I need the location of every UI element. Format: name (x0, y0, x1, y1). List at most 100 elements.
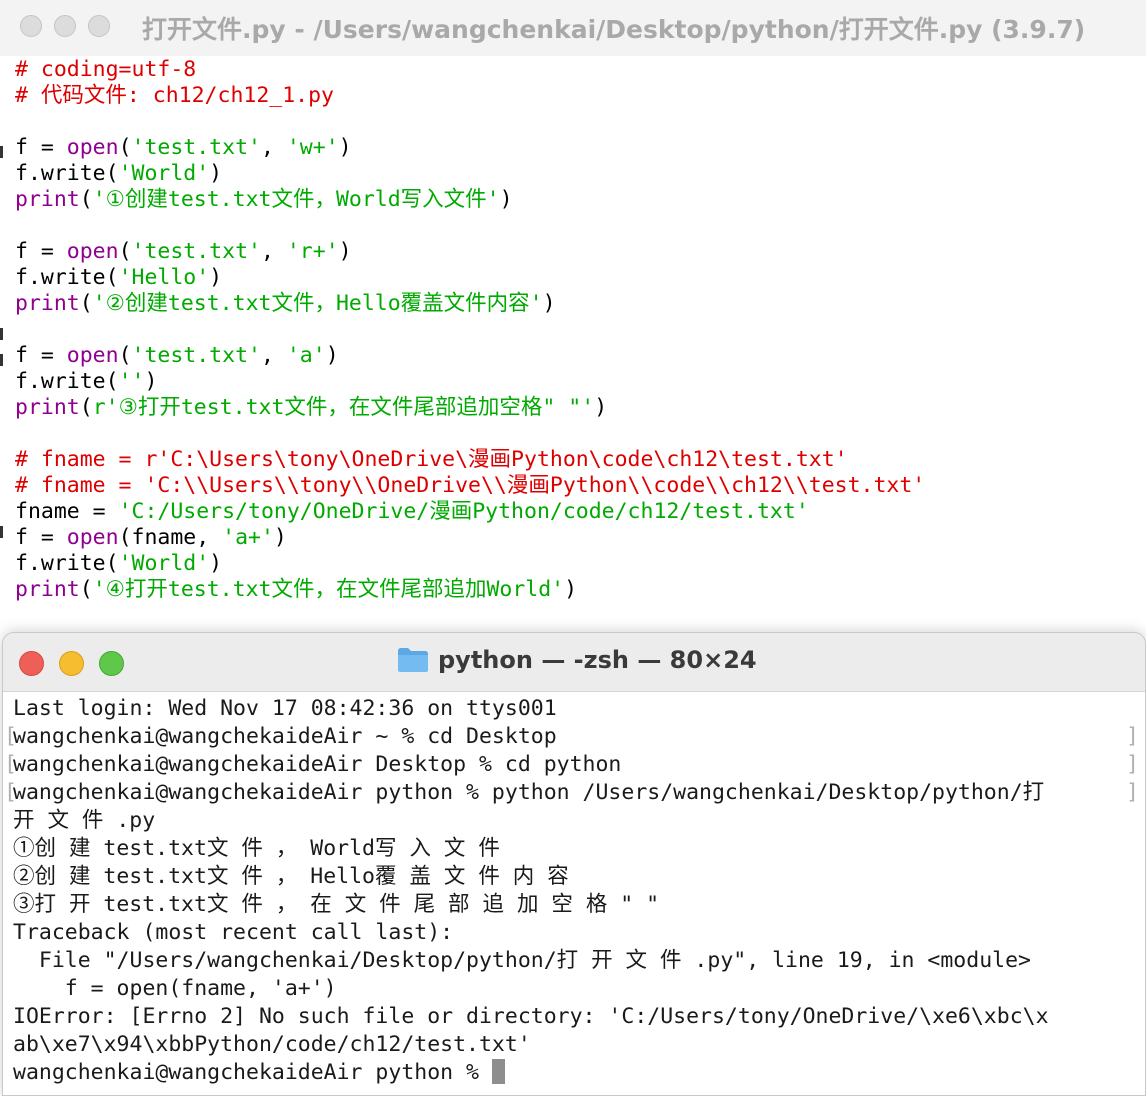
terminal-window: python — -zsh — 80×24 Last login: Wed No… (2, 632, 1146, 1096)
code-token-plain: ) (499, 187, 513, 212)
code-line: f = open('test.txt', 'w+') (15, 135, 1135, 161)
code-token-builtin: print (15, 395, 80, 420)
terminal-line: File "/Users/wangchenkai/Desktop/python/… (13, 947, 1139, 975)
line-marker-right: ] (1126, 780, 1139, 805)
terminal-line-text: 开 文 件 .py (13, 808, 156, 833)
terminal-line: ②创 建 test.txt文 件 ， Hello覆 盖 文 件 内 容 (13, 863, 1139, 891)
code-editor[interactable]: # coding=utf-8 # 代码文件: ch12/ch12_1.pyf = … (15, 57, 1135, 603)
code-token-plain: ) (338, 239, 352, 264)
code-token-plain: f = (15, 343, 67, 368)
code-token-string: r'③打开test.txt文件，在文件尾部追加空格" "' (92, 395, 595, 420)
code-line: # coding=utf-8 (15, 57, 1135, 83)
text-cursor (491, 1059, 505, 1084)
idle-window-controls (20, 15, 110, 37)
code-token-plain: ) (325, 343, 339, 368)
edge-mark (0, 146, 3, 158)
idle-minimize-button[interactable] (54, 15, 76, 37)
terminal-line: [wangchenkai@wangchekaideAir python % py… (4, 779, 1139, 807)
line-marker-left: [ (4, 752, 17, 777)
code-token-plain: ) (209, 161, 223, 186)
code-token-builtin: open (66, 135, 119, 160)
code-line: f = open(fname, 'a+') (15, 525, 1135, 551)
code-token-string: '①创建test.txt文件，World写入文件' (92, 187, 500, 212)
code-line: # fname = r'C:\Users\tony\OneDrive\漫画Pyt… (15, 447, 1135, 473)
terminal-line: [wangchenkai@wangchekaideAir ~ % cd Desk… (4, 723, 1139, 751)
line-marker-right: ] (1126, 724, 1139, 749)
code-token-plain: ) (564, 577, 578, 602)
code-token-string: 'World' (118, 551, 210, 576)
code-token-string: 'Hello' (118, 265, 210, 290)
code-token-builtin: open (66, 239, 119, 264)
code-token-string: 'a' (286, 343, 326, 368)
code-token-plain: ) (209, 265, 223, 290)
code-token-string: 'test.txt' (131, 239, 261, 264)
terminal-line-text: Traceback (most recent call last): (13, 920, 454, 945)
code-token-comment: # 代码文件: ch12/ch12_1.py (15, 83, 334, 108)
terminal-line: ③打 开 test.txt文 件 ， 在 文 件 尾 部 追 加 空 格 " " (13, 891, 1139, 919)
code-token-string: '④打开test.txt文件，在文件尾部追加World' (92, 577, 565, 602)
terminal-line-text: IOError: [Errno 2] No such file or direc… (13, 1004, 1049, 1029)
terminal-line-text: f = open(fname, 'a+') (13, 976, 337, 1001)
terminal-line-text: ②创 建 test.txt文 件 ， Hello覆 盖 文 件 内 容 (13, 864, 569, 889)
line-marker-left: [ (4, 724, 17, 749)
code-token-string: 'World' (118, 161, 210, 186)
code-token-plain: ( (79, 577, 93, 602)
terminal-line-text: wangchenkai@wangchekaideAir Desktop % cd… (13, 752, 622, 777)
idle-window-title: 打开文件.py - /Users/wangchenkai/Desktop/pyt… (142, 15, 1086, 44)
terminal-output[interactable]: Last login: Wed Nov 17 08:42:36 on ttys0… (4, 695, 1139, 1087)
terminal-window-controls (19, 651, 124, 676)
code-token-string: 'w+' (286, 135, 339, 160)
close-button[interactable] (19, 651, 44, 676)
edge-mark (0, 354, 3, 366)
code-token-builtin: print (15, 187, 80, 212)
terminal-line-text: wangchenkai@wangchekaideAir python % pyt… (13, 780, 1045, 805)
code-line: f.write('') (15, 369, 1135, 395)
code-token-string: '②创建test.txt文件，Hello覆盖文件内容' (92, 291, 543, 316)
code-line: f.write('Hello') (15, 265, 1135, 291)
code-token-plain: ) (594, 395, 608, 420)
code-token-string: 'test.txt' (131, 343, 261, 368)
code-token-string: 'test.txt' (131, 135, 261, 160)
terminal-line: [wangchenkai@wangchekaideAir Desktop % c… (4, 751, 1139, 779)
code-token-plain: ) (209, 551, 223, 576)
code-token-plain: ( (79, 291, 93, 316)
terminal-line: Last login: Wed Nov 17 08:42:36 on ttys0… (13, 695, 1139, 723)
terminal-line: 开 文 件 .py (13, 807, 1139, 835)
idle-zoom-button[interactable] (88, 15, 110, 37)
code-token-plain: f = (15, 135, 67, 160)
code-token-plain: ( (118, 343, 132, 368)
line-marker-left: [ (4, 780, 17, 805)
terminal-title-group: python — -zsh — 80×24 (397, 646, 757, 674)
code-token-plain: ( (118, 239, 132, 264)
code-token-plain: , (260, 135, 287, 160)
code-token-plain: f.write( (15, 551, 119, 576)
code-token-plain: (fname, (118, 525, 223, 550)
code-token-builtin: print (15, 577, 80, 602)
terminal-titlebar: python — -zsh — 80×24 (3, 633, 1145, 692)
code-token-plain: f = (15, 239, 67, 264)
code-token-comment: # coding=utf-8 (15, 57, 197, 82)
code-token-plain: f.write( (15, 161, 119, 186)
terminal-line: f = open(fname, 'a+') (13, 975, 1139, 1003)
zoom-button[interactable] (99, 651, 124, 676)
code-token-builtin: open (66, 343, 119, 368)
code-token-plain: f = (15, 525, 67, 550)
code-line: f.write('World') (15, 551, 1135, 577)
code-line: f = open('test.txt', 'r+') (15, 239, 1135, 265)
line-marker-right: ] (1126, 752, 1139, 777)
code-line: print('②创建test.txt文件，Hello覆盖文件内容') (15, 291, 1135, 317)
terminal-line: Traceback (most recent call last): (13, 919, 1139, 947)
code-line: # fname = 'C:\\Users\\tony\\OneDrive\\漫画… (15, 473, 1135, 499)
idle-close-button[interactable] (20, 15, 42, 37)
code-token-plain: ( (79, 395, 93, 420)
code-line: print(r'③打开test.txt文件，在文件尾部追加空格" "') (15, 395, 1135, 421)
terminal-line-text: wangchenkai@wangchekaideAir ~ % cd Deskt… (13, 724, 557, 749)
terminal-line-text: ①创 建 test.txt文 件 ， World写 入 文 件 (13, 836, 500, 861)
terminal-prompt-line[interactable]: wangchenkai@wangchekaideAir python % (13, 1059, 1139, 1087)
minimize-button[interactable] (59, 651, 84, 676)
terminal-line-text: ③打 开 test.txt文 件 ， 在 文 件 尾 部 追 加 空 格 " " (13, 892, 660, 917)
